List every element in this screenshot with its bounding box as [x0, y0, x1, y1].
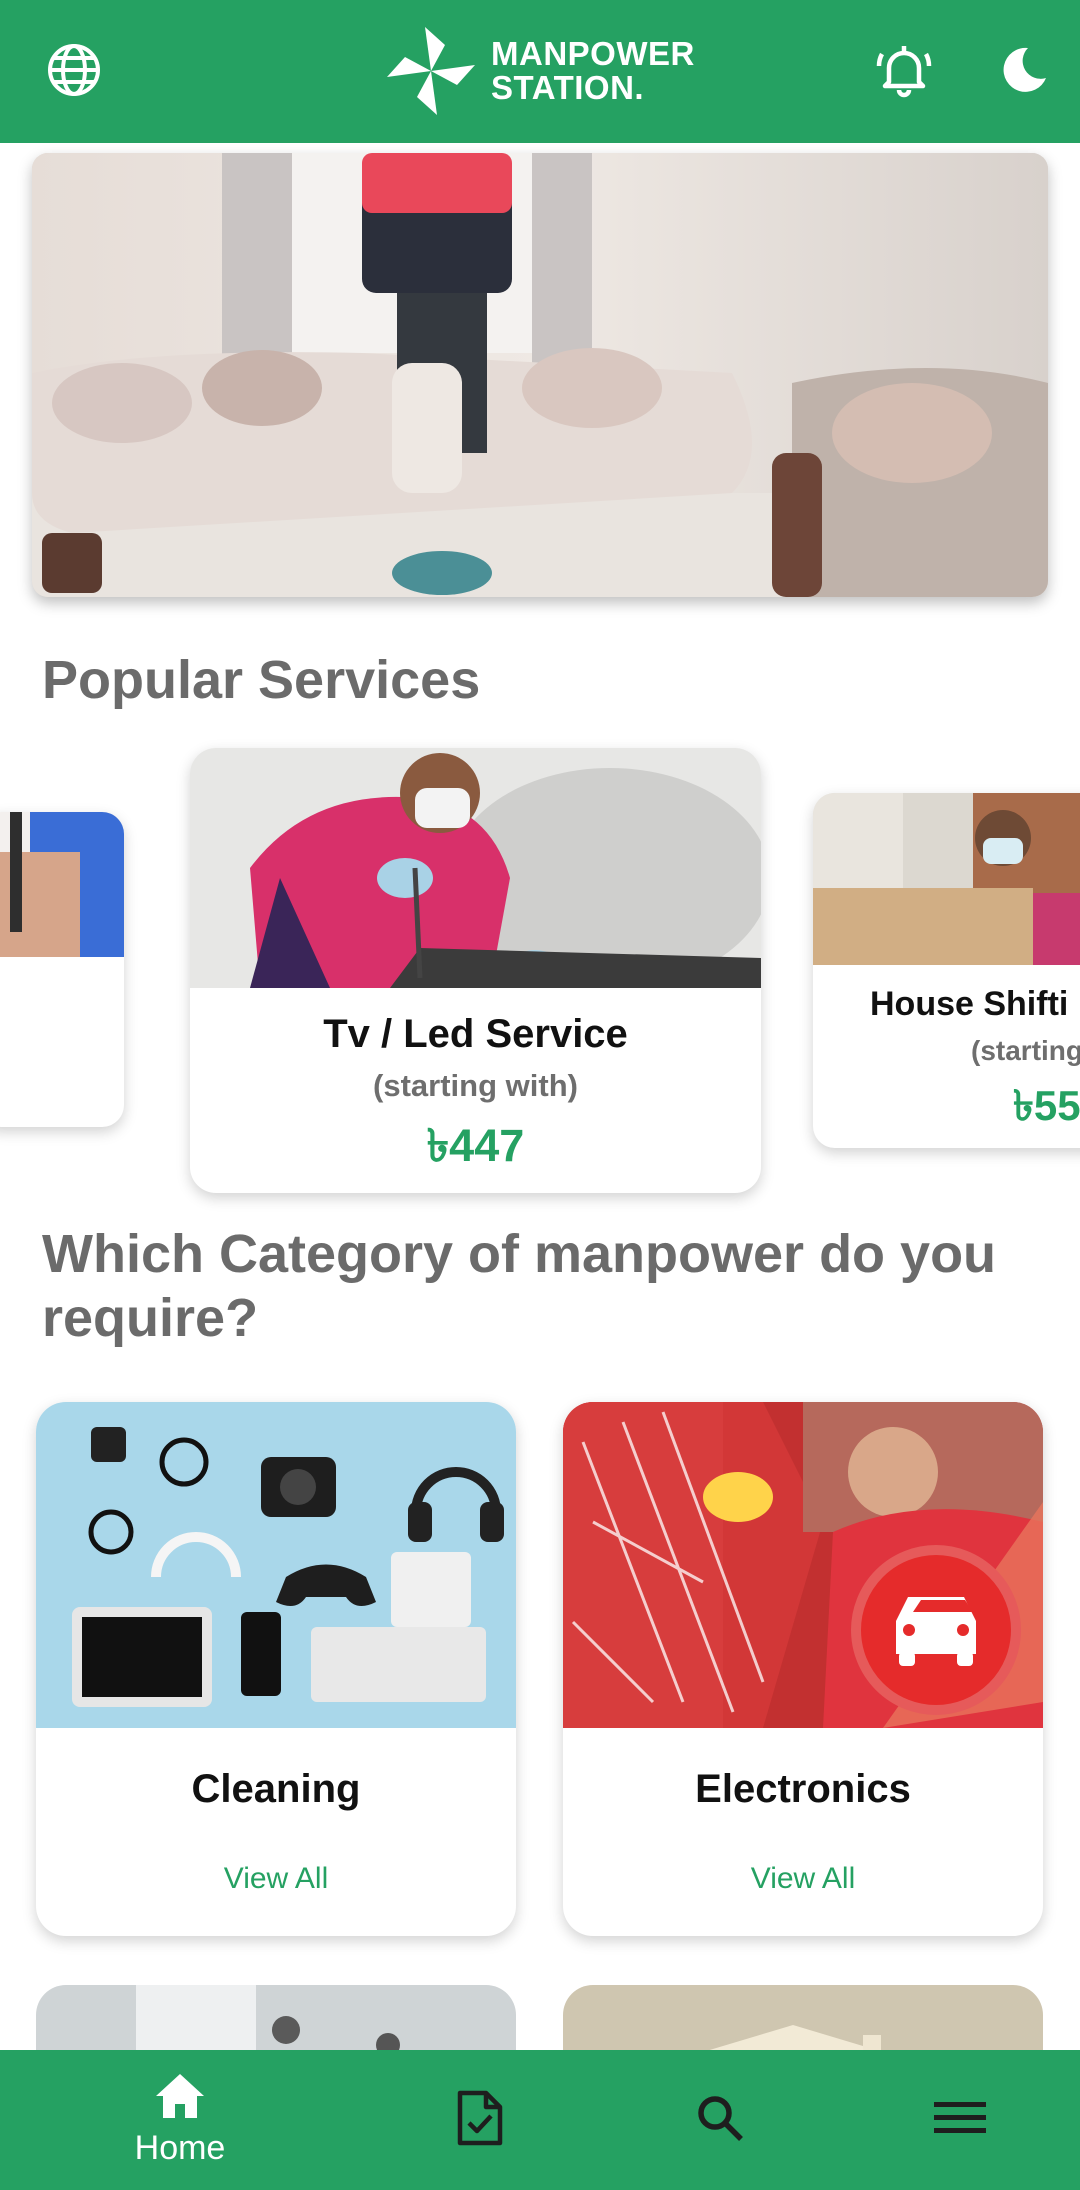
service-card-left-peek[interactable] [0, 812, 124, 1127]
language-button[interactable] [36, 34, 112, 110]
nav-home[interactable]: Home [90, 2050, 270, 2190]
hero-banner-image[interactable] [32, 153, 1048, 597]
service-name: Tv / Led Service [323, 1012, 628, 1056]
nav-home-label: Home [134, 2129, 226, 2167]
category-title-line2: require? [42, 1288, 259, 1348]
service-price: ৳447 [426, 1120, 525, 1171]
bell-icon [874, 40, 934, 105]
service-starting-label: (starting with) [373, 1068, 578, 1103]
nav-menu[interactable] [870, 2050, 1050, 2190]
category-card-cleaning[interactable]: Cleaning View All [36, 1402, 516, 1936]
category-question-title: Which Category of manpower do you requir… [42, 1222, 1052, 1350]
logo-mark-icon [387, 27, 475, 115]
service-card-house-shifting[interactable]: House Shifti (starting ৳55 [813, 793, 1080, 1148]
search-icon [695, 2093, 745, 2148]
home-icon [154, 2072, 206, 2125]
service-name: House Shifti [870, 985, 1069, 1023]
service-card-tv-led[interactable]: Tv / Led Service (starting with) ৳447 [190, 748, 761, 1193]
logo-line1: MANPOWER [491, 35, 695, 72]
service-starting-label: (starting [971, 1035, 1080, 1066]
view-all-link[interactable]: View All [563, 1862, 1043, 1896]
globe-icon [46, 42, 102, 103]
notifications-button[interactable] [866, 34, 942, 110]
popular-services-title: Popular Services [42, 650, 481, 710]
nav-orders[interactable] [390, 2050, 570, 2190]
category-image [36, 1402, 516, 1728]
nav-search[interactable] [630, 2050, 810, 2190]
bottom-navigation: Home [0, 2050, 1080, 2190]
category-image [563, 1402, 1043, 1728]
menu-icon [934, 2100, 986, 2141]
orders-icon [456, 2089, 504, 2152]
category-name: Electronics [695, 1767, 911, 1811]
top-app-bar: MANPOWER STATION. [0, 0, 1080, 143]
category-card-electronics[interactable]: Electronics View All [563, 1402, 1043, 1936]
view-all-link[interactable]: View All [36, 1862, 516, 1896]
service-image [813, 793, 1080, 965]
service-price: ৳55 [1013, 1082, 1080, 1129]
category-name: Cleaning [191, 1767, 361, 1811]
service-image [190, 748, 761, 988]
logo-line2: STATION. [491, 69, 645, 106]
theme-toggle-button[interactable] [986, 34, 1062, 110]
service-image [0, 812, 124, 962]
category-title-line1: Which Category of manpower do you [42, 1224, 997, 1284]
moon-icon [998, 44, 1050, 101]
app-logo: MANPOWER STATION. [385, 26, 705, 116]
